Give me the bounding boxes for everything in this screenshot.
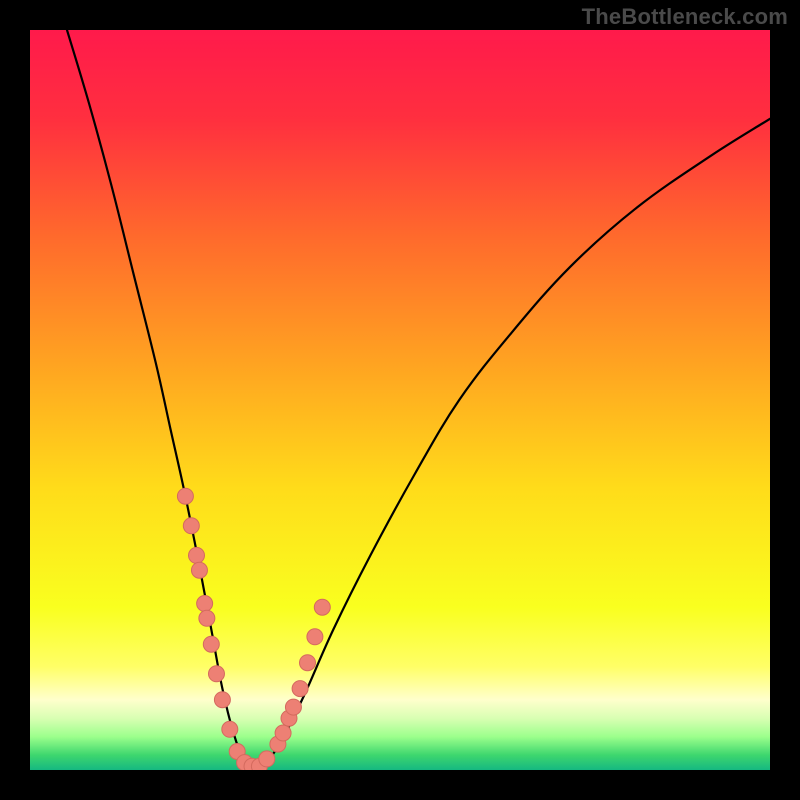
sample-dot bbox=[222, 721, 238, 737]
sample-dots bbox=[30, 30, 770, 770]
sample-dot bbox=[183, 518, 199, 534]
sample-dot bbox=[307, 629, 323, 645]
sample-dot bbox=[214, 692, 230, 708]
sample-dot bbox=[177, 488, 193, 504]
sample-dot bbox=[199, 610, 215, 626]
sample-dot bbox=[292, 681, 308, 697]
sample-dot bbox=[285, 699, 301, 715]
sample-dot bbox=[314, 599, 330, 615]
chart-frame: TheBottleneck.com bbox=[0, 0, 800, 800]
sample-dot bbox=[203, 636, 219, 652]
sample-dot bbox=[197, 596, 213, 612]
sample-dot bbox=[275, 725, 291, 741]
sample-dot bbox=[259, 751, 275, 767]
sample-dot bbox=[191, 562, 207, 578]
watermark-text: TheBottleneck.com bbox=[582, 4, 788, 30]
plot-area bbox=[30, 30, 770, 770]
sample-dot bbox=[300, 655, 316, 671]
sample-dot bbox=[189, 547, 205, 563]
sample-dot bbox=[208, 666, 224, 682]
